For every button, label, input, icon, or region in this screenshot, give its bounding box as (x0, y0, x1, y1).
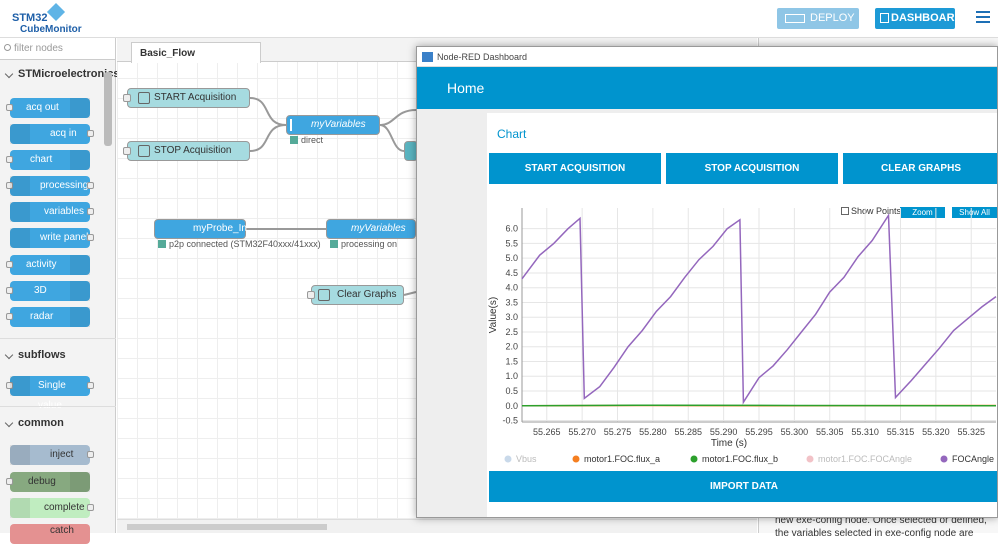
x-tick-label: 55.300 (781, 427, 809, 437)
legend-marker (941, 456, 948, 463)
y-tick-label: 2.5 (505, 327, 518, 337)
y-tick-label: -0.5 (502, 416, 518, 426)
flow-node-clear-graphs[interactable]: Clear Graphs (311, 285, 404, 305)
chart-plot: 6.0 5.5 5.0 4.5 4.0 3.5 3.0 2.5 2.0 1.5 1.0 0.5 0.0 -… (416, 46, 998, 518)
legend-marker (505, 456, 512, 463)
flow-node-myvariables-1[interactable]: myVariables (286, 115, 380, 135)
x-tick-label: 55.315 (887, 427, 915, 437)
legend-entry: motor1.FOC.flux_a (584, 454, 660, 464)
x-tick-label: 55.265 (533, 427, 561, 437)
flow-node-myvariables-2[interactable]: myVariables (326, 219, 416, 239)
status-dot (290, 136, 298, 144)
status-text: direct (301, 135, 323, 145)
flow-node-start-acquisition[interactable]: START Acquisition (127, 88, 250, 108)
y-tick-label: 1.5 (505, 356, 518, 366)
x-tick-label: 55.275 (604, 427, 632, 437)
y-tick-label: 3.5 (505, 297, 518, 307)
legend-entry: Vbus (516, 454, 537, 464)
x-tick-label: 55.295 (745, 427, 773, 437)
y-tick-label: 4.5 (505, 268, 518, 278)
hand-pointer-icon (138, 145, 150, 157)
hand-pointer-icon (138, 92, 150, 104)
legend-entry: motor1.FOC.FOCAngle (818, 454, 912, 464)
x-axis-label: Time (s) (711, 438, 747, 449)
flow-node-stop-acquisition[interactable]: STOP Acquisition (127, 141, 250, 161)
legend-entry: motor1.FOC.flux_b (702, 454, 778, 464)
gear-icon (330, 223, 342, 235)
y-tick-label: 2.0 (505, 342, 518, 352)
wave-icon (158, 223, 170, 235)
hand-pointer-icon (318, 289, 330, 301)
y-tick-label: 1.0 (505, 371, 518, 381)
status-dot (158, 240, 166, 248)
flow-node-myprobe-in[interactable]: myProbe_In (154, 219, 246, 239)
y-tick-label: 3.0 (505, 312, 518, 322)
legend-marker (807, 456, 814, 463)
y-tick-label: 5.0 (505, 253, 518, 263)
x-tick-label: 55.280 (639, 427, 667, 437)
list-icon (290, 119, 302, 131)
x-tick-label: 55.320 (922, 427, 950, 437)
status-text: processing on (341, 239, 397, 249)
y-tick-label: 0.0 (505, 401, 518, 411)
x-tick-label: 55.325 (957, 427, 985, 437)
workspace-horizontal-scrollbar[interactable] (117, 519, 757, 533)
x-tick-label: 55.310 (851, 427, 879, 437)
x-tick-label: 55.270 (568, 427, 596, 437)
legend-marker (691, 456, 698, 463)
x-tick-label: 55.290 (710, 427, 738, 437)
legend-marker (573, 456, 580, 463)
legend-entry: FOCAngle (952, 454, 994, 464)
y-tick-label: 5.5 (505, 238, 518, 248)
y-axis-label: Value(s) (488, 297, 499, 334)
y-tick-label: 4.0 (505, 283, 518, 293)
y-tick-label: 0.5 (505, 386, 518, 396)
x-tick-label: 55.285 (674, 427, 702, 437)
x-tick-label: 55.305 (816, 427, 844, 437)
y-tick-label: 6.0 (505, 224, 518, 234)
series-line-motor1-foc-flux-b (522, 405, 996, 406)
status-text: p2p connected (STM32F40xxx/41xxx) (169, 239, 321, 249)
status-dot (330, 240, 338, 248)
